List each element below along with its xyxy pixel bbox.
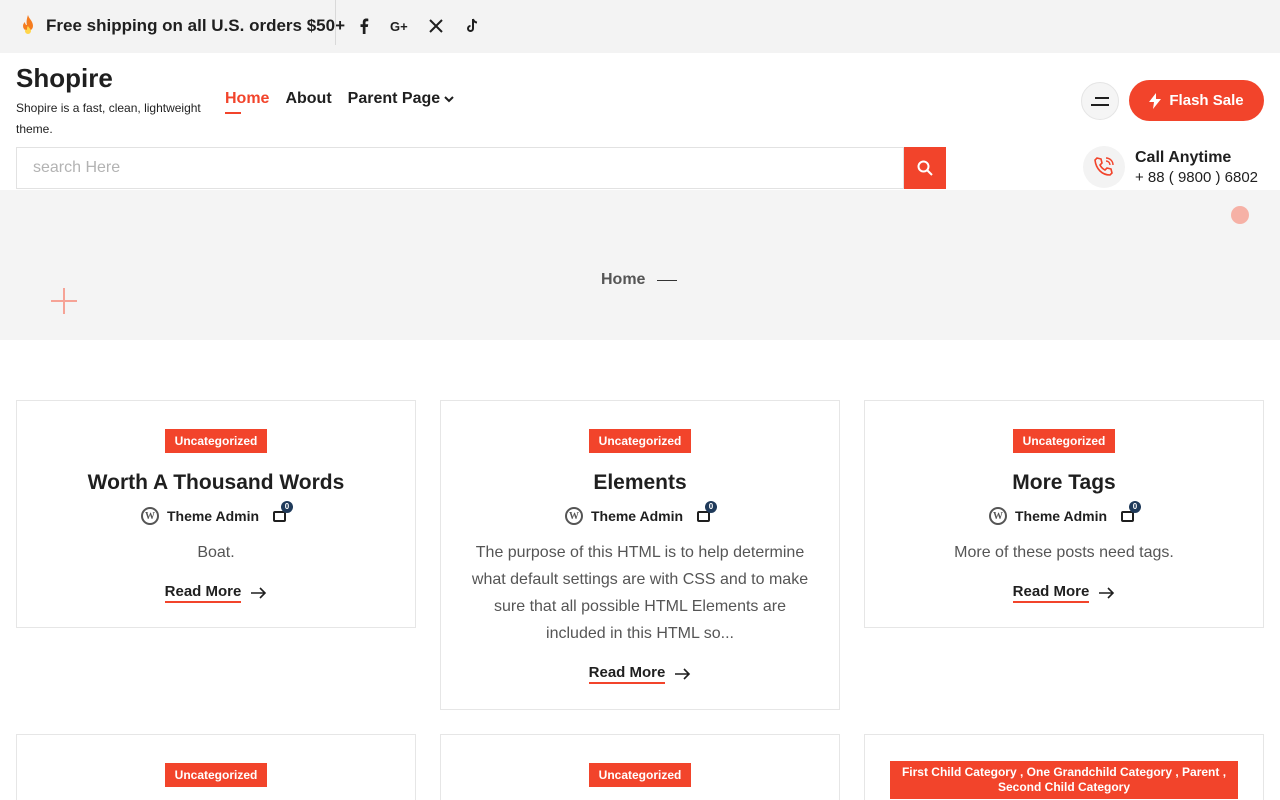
post-author[interactable]: Theme Admin xyxy=(1015,508,1107,524)
main-nav: Home About Parent Page xyxy=(225,90,454,114)
decorative-dot xyxy=(1231,206,1249,224)
call-text: Call Anytime + 88 ( 9800 ) 6802 xyxy=(1135,149,1258,186)
nav-item-about[interactable]: About xyxy=(285,90,331,108)
read-more-label: Read More xyxy=(588,664,666,684)
wordpress-avatar-icon: W xyxy=(140,507,159,525)
search-icon xyxy=(917,160,933,176)
category-badge[interactable]: Uncategorized xyxy=(164,763,268,787)
x-twitter-icon[interactable] xyxy=(422,12,450,40)
chevron-down-icon xyxy=(444,96,454,103)
menu-line xyxy=(1095,96,1109,99)
call-number[interactable]: + 88 ( 9800 ) 6802 xyxy=(1135,169,1258,186)
post-card: Uncategorized Elements W Theme Admin 0 T… xyxy=(440,400,840,710)
post-meta: W Theme Admin 0 xyxy=(865,501,1263,525)
google-plus-icon[interactable]: G+ xyxy=(386,12,414,40)
arrow-right-icon xyxy=(1099,587,1115,599)
promo-text: Free shipping on all U.S. orders $50+ xyxy=(46,16,346,35)
post-card: Uncategorized xyxy=(16,734,416,800)
post-title[interactable]: Worth A Thousand Words xyxy=(17,471,415,495)
nav-item-label: Parent Page xyxy=(347,90,441,107)
breadcrumb-home[interactable]: Home xyxy=(601,271,645,289)
post-excerpt: More of these posts need tags. xyxy=(954,544,1174,561)
phone-icon-wrap xyxy=(1083,146,1125,188)
promo-banner: Free shipping on all U.S. orders $50+ xyxy=(16,14,345,38)
post-meta: W Theme Admin 0 xyxy=(17,501,415,525)
breadcrumb-separator xyxy=(657,279,678,281)
search-bar xyxy=(16,147,946,189)
post-card: Uncategorized Worth A Thousand Words W T… xyxy=(16,400,416,628)
post-card: Uncategorized xyxy=(440,734,840,800)
nav-item-label: About xyxy=(285,90,332,107)
category-badge[interactable]: Uncategorized xyxy=(1012,429,1116,453)
page-hero: Home xyxy=(0,190,1280,340)
tiktok-icon[interactable] xyxy=(458,12,486,40)
comment-count: 0 xyxy=(281,501,294,513)
arrow-right-icon xyxy=(251,587,267,599)
topbar-divider xyxy=(335,0,336,45)
post-meta: W Theme Admin 0 xyxy=(441,501,839,525)
call-anytime[interactable]: Call Anytime + 88 ( 9800 ) 6802 xyxy=(1083,146,1258,188)
lightning-icon xyxy=(1149,92,1162,109)
breadcrumb: Home xyxy=(601,271,678,289)
read-more-link[interactable]: Read More xyxy=(1012,583,1116,603)
social-links: G+ xyxy=(350,12,486,40)
nav-item-home[interactable]: Home xyxy=(225,90,270,114)
site-tagline: Shopire is a fast, clean, lightweight th… xyxy=(16,101,201,136)
read-more-link[interactable]: Read More xyxy=(588,664,692,684)
category-badge[interactable]: Uncategorized xyxy=(588,763,692,787)
wordpress-avatar-icon: W xyxy=(564,507,583,525)
comment-icon[interactable]: 0 xyxy=(697,501,718,525)
menu-toggle-button[interactable] xyxy=(1081,82,1119,120)
post-card: First Child Category , One Grandchild Ca… xyxy=(864,734,1264,800)
nav-item-parent-page[interactable]: Parent Page xyxy=(348,90,454,108)
facebook-icon[interactable] xyxy=(350,12,378,40)
svg-text:G+: G+ xyxy=(390,19,408,33)
flash-sale-button[interactable]: Flash Sale xyxy=(1129,80,1264,121)
comment-icon[interactable]: 0 xyxy=(273,501,294,525)
nav-item-label: Home xyxy=(225,90,270,107)
post-title[interactable]: Elements xyxy=(441,471,839,495)
search-input[interactable] xyxy=(16,147,904,189)
post-excerpt: The purpose of this HTML is to help dete… xyxy=(471,544,809,642)
post-author[interactable]: Theme Admin xyxy=(591,508,683,524)
post-author[interactable]: Theme Admin xyxy=(167,508,259,524)
phone-icon xyxy=(1094,157,1114,176)
post-excerpt: Boat. xyxy=(197,544,235,561)
post-card: Uncategorized More Tags W Theme Admin 0 … xyxy=(864,400,1264,628)
call-title: Call Anytime xyxy=(1135,148,1232,166)
plus-decoration-icon xyxy=(51,288,77,314)
top-bar: Free shipping on all U.S. orders $50+ G+ xyxy=(0,0,1280,53)
read-more-label: Read More xyxy=(1012,583,1090,603)
comment-icon[interactable]: 0 xyxy=(1121,501,1142,525)
site-title[interactable]: Shopire xyxy=(16,63,113,94)
read-more-link[interactable]: Read More xyxy=(164,583,268,603)
category-badge[interactable]: Uncategorized xyxy=(588,429,692,453)
category-badge[interactable]: Uncategorized xyxy=(164,429,268,453)
category-badge[interactable]: First Child Category , One Grandchild Ca… xyxy=(890,761,1238,799)
menu-line xyxy=(1091,103,1109,106)
comment-count: 0 xyxy=(705,501,718,513)
fire-icon xyxy=(23,15,33,34)
wordpress-avatar-icon: W xyxy=(988,507,1007,525)
post-title[interactable]: More Tags xyxy=(865,471,1263,495)
flash-sale-label: Flash Sale xyxy=(1169,92,1244,109)
arrow-right-icon xyxy=(675,668,691,680)
comment-count: 0 xyxy=(1129,501,1142,513)
search-button[interactable] xyxy=(904,147,946,189)
read-more-label: Read More xyxy=(164,583,242,603)
